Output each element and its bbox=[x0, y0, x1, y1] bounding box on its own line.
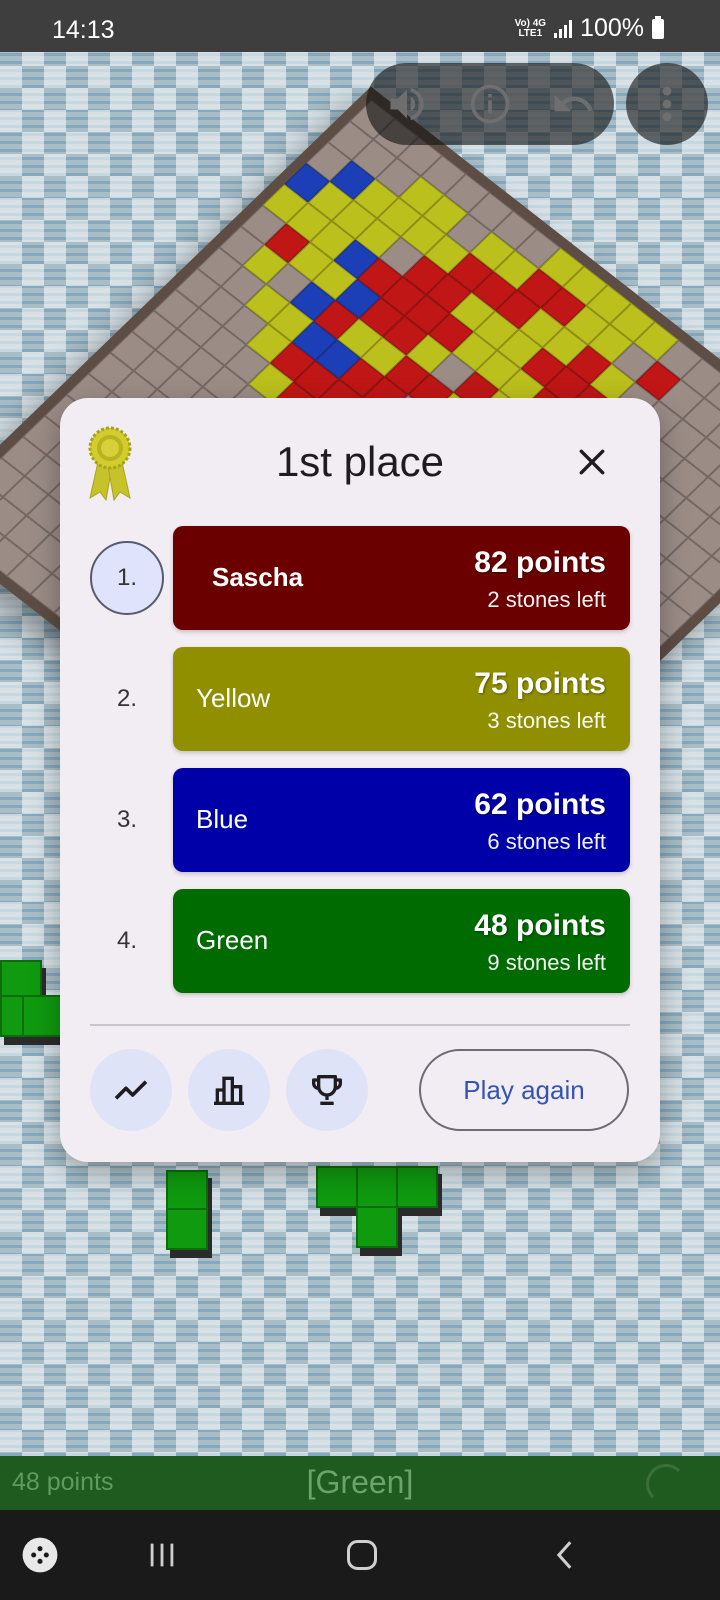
player-name: Sascha bbox=[212, 562, 304, 592]
player-stones-left: 9 stones left bbox=[487, 950, 606, 975]
player-points: 62 points bbox=[474, 788, 606, 821]
rank-number: 2. bbox=[116, 685, 137, 712]
bar-chart-icon bbox=[214, 1076, 244, 1105]
player-points: 75 points bbox=[474, 667, 606, 700]
info-icon[interactable] bbox=[467, 81, 513, 127]
player-name: Blue bbox=[196, 804, 249, 834]
recent-apps-icon bbox=[150, 1543, 174, 1567]
current-player: [Green] bbox=[306, 1464, 414, 1500]
game-launcher-button[interactable] bbox=[20, 1534, 60, 1576]
home-button[interactable] bbox=[340, 1534, 384, 1576]
rank-number: 1. bbox=[90, 541, 164, 615]
loading-spinner-icon bbox=[646, 1464, 686, 1504]
player-name: Green bbox=[196, 925, 269, 955]
more-options-button[interactable] bbox=[626, 63, 708, 145]
player-stones-left: 3 stones left bbox=[487, 708, 606, 733]
graph-button[interactable] bbox=[90, 1049, 172, 1131]
divider bbox=[90, 1024, 630, 1026]
status-indicators: Vo) 4G LTE1 100% bbox=[515, 14, 664, 43]
stone-piece[interactable] bbox=[22, 995, 64, 1037]
recent-apps-button[interactable] bbox=[140, 1534, 184, 1576]
signal-icon bbox=[554, 19, 573, 38]
player-name: Yellow bbox=[196, 683, 271, 713]
battery-icon bbox=[652, 15, 664, 39]
player-points: 48 points bbox=[474, 909, 606, 942]
network-line1: Vo) 4G bbox=[514, 17, 547, 29]
player-stones-left: 6 stones left bbox=[487, 829, 606, 854]
more-vert-icon bbox=[662, 86, 672, 122]
back-button[interactable] bbox=[544, 1534, 588, 1576]
network-indicator: Vo) 4G LTE1 bbox=[514, 17, 547, 39]
statistics-button[interactable] bbox=[188, 1049, 270, 1131]
stone-piece[interactable] bbox=[166, 1208, 208, 1250]
ranking-row[interactable]: 3. Blue 62 points 6 stones left bbox=[60, 768, 660, 872]
close-button[interactable] bbox=[570, 440, 614, 484]
line-chart-icon bbox=[114, 1080, 148, 1100]
stone-piece[interactable] bbox=[166, 1170, 208, 1212]
player-card-yellow[interactable]: Yellow 75 points 3 stones left bbox=[173, 647, 630, 751]
status-time: 14:13 bbox=[52, 16, 115, 44]
rank-number: 3. bbox=[116, 806, 137, 833]
achievements-button[interactable] bbox=[286, 1049, 368, 1131]
network-line2: LTE1 bbox=[518, 27, 543, 39]
player-points: 82 points bbox=[474, 546, 606, 579]
player-card-sascha[interactable]: Sascha 82 points 2 stones left bbox=[173, 526, 630, 630]
stone-piece[interactable] bbox=[356, 1206, 398, 1248]
back-icon bbox=[556, 1541, 572, 1569]
game-launcher-icon bbox=[22, 1537, 58, 1573]
current-player-bar: 48 points [Green] bbox=[0, 1456, 720, 1510]
trophy-icon bbox=[312, 1075, 342, 1105]
home-icon bbox=[347, 1540, 377, 1570]
stone-piece[interactable] bbox=[356, 1166, 398, 1208]
game-over-dialog: 1st place 1. Sascha 82 points 2 stones l… bbox=[60, 398, 660, 1162]
volume-icon[interactable] bbox=[384, 81, 430, 127]
stone-piece[interactable] bbox=[316, 1166, 358, 1208]
player-card-blue[interactable]: Blue 62 points 6 stones left bbox=[173, 768, 630, 872]
rank-number: 4. bbox=[116, 927, 137, 954]
status-bar: 14:13 Vo) 4G LTE1 100% bbox=[0, 0, 720, 52]
undo-icon[interactable] bbox=[550, 81, 596, 127]
system-nav-bar bbox=[0, 1510, 720, 1600]
close-icon bbox=[579, 449, 605, 475]
ranking-row[interactable]: 4. Green 48 points 9 stones left bbox=[60, 889, 660, 993]
player-card-green[interactable]: Green 48 points 9 stones left bbox=[173, 889, 630, 993]
ranking-row[interactable]: 1. Sascha 82 points 2 stones left bbox=[60, 526, 660, 630]
ranking-row[interactable]: 2. Yellow 75 points 3 stones left bbox=[60, 647, 660, 751]
game-toolbar bbox=[366, 63, 614, 145]
play-again-button[interactable]: Play again bbox=[419, 1049, 629, 1131]
battery-percentage: 100% bbox=[580, 14, 644, 42]
stone-piece[interactable] bbox=[396, 1166, 438, 1208]
player-stones-left: 2 stones left bbox=[487, 587, 606, 612]
